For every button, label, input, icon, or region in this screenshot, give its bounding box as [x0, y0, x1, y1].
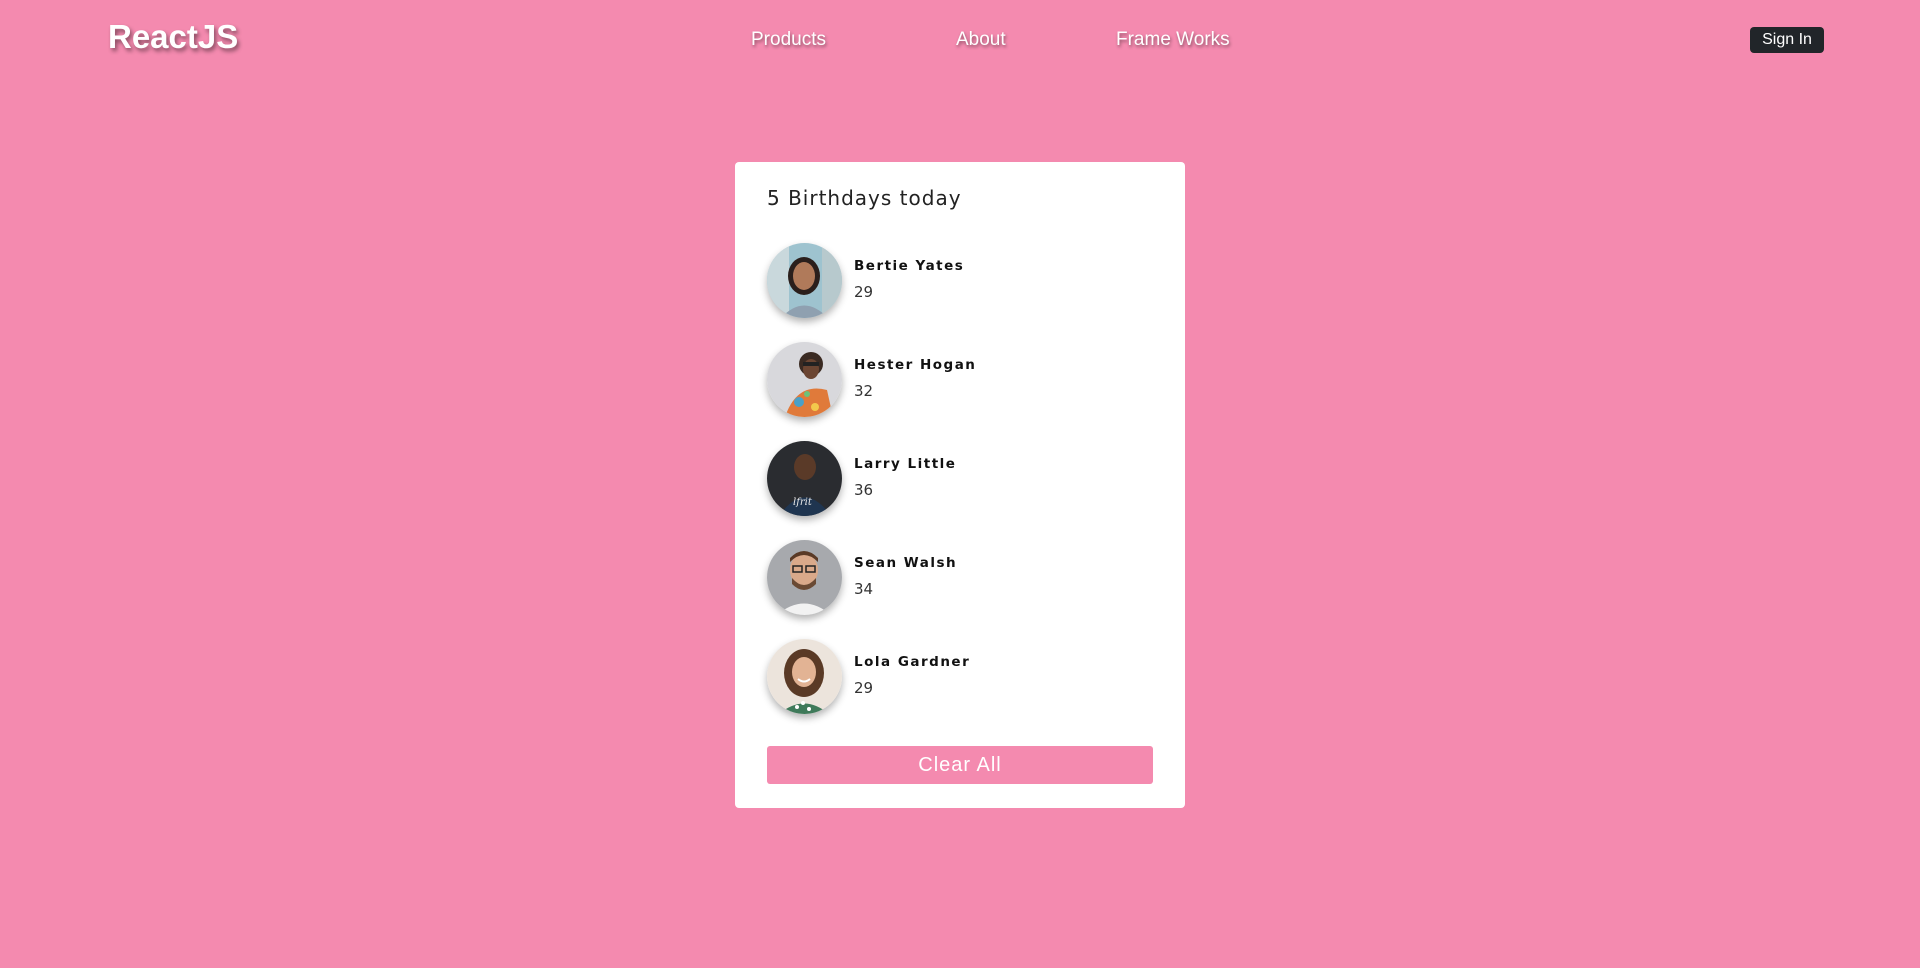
person-age: 29 [854, 679, 874, 697]
clear-all-button[interactable]: Clear All [767, 746, 1153, 784]
avatar: lfrit [767, 441, 842, 516]
avatar [767, 342, 842, 417]
person-item: Sean Walsh 34 [767, 540, 1147, 616]
person-name: Bertie Yates [854, 258, 965, 274]
svg-text:lfrit: lfrit [793, 497, 813, 508]
person-name: Sean Walsh [854, 555, 958, 571]
person-age: 29 [854, 283, 874, 301]
person-item: Lola Gardner 29 [767, 639, 1147, 715]
nav-link-about[interactable]: About [956, 29, 1006, 51]
person-item: Bertie Yates 29 [767, 243, 1147, 319]
person-name: Hester Hogan [854, 357, 977, 373]
birthday-card: 5 Birthdays today Bertie Yates 29 Hester… [735, 162, 1185, 808]
nav-link-products[interactable]: Products [751, 29, 826, 51]
avatar [767, 243, 842, 318]
person-age: 32 [854, 382, 874, 400]
person-age: 36 [854, 481, 874, 499]
nav-link-frame-works[interactable]: Frame Works [1116, 29, 1230, 51]
avatar [767, 540, 842, 615]
navbar: ReactJS Products About Frame Works Sign … [0, 0, 1920, 80]
person-item: lfrit Larry Little 36 [767, 441, 1147, 517]
avatar [767, 639, 842, 714]
person-name: Lola Gardner [854, 654, 971, 670]
person-name: Larry Little [854, 456, 957, 472]
brand-logo[interactable]: ReactJS [108, 18, 238, 56]
birthday-count-title: 5 Birthdays today [767, 186, 962, 210]
person-item: Hester Hogan 32 [767, 342, 1147, 418]
person-age: 34 [854, 580, 874, 598]
sign-in-button[interactable]: Sign In [1750, 27, 1824, 53]
